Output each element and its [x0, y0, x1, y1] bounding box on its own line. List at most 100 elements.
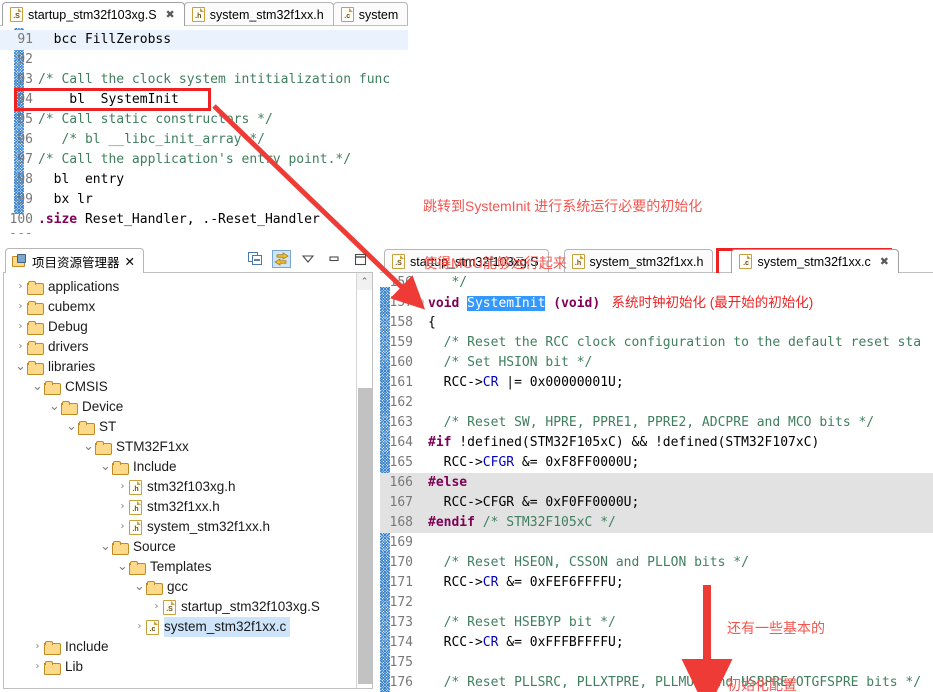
h-file-icon: .h — [129, 499, 142, 515]
line-number: 162 — [389, 395, 413, 410]
folder-icon — [146, 580, 163, 595]
tree-item-stm32f103xg-h[interactable]: › .h stm32f103xg.h — [4, 477, 355, 497]
maximize-icon[interactable] — [350, 250, 369, 268]
tree-item-stm32f1xx-h[interactable]: › .h stm32f1xx.h — [4, 497, 355, 517]
line-number: 96 — [17, 132, 33, 147]
view-menu-icon[interactable] — [298, 250, 317, 268]
code-line: 158 { — [380, 313, 933, 333]
tree-item-gcc[interactable]: ⌄ gcc — [4, 577, 355, 597]
tab-startup-stm32f103xg-s[interactable]: .S startup_stm32f103xg.S ✖ — [2, 2, 185, 26]
code-line: 99 bx lr — [0, 190, 408, 210]
chevron-right-icon[interactable]: › — [31, 657, 44, 677]
chevron-down-icon[interactable]: ⌄ — [116, 560, 129, 573]
chevron-down-icon[interactable]: ⌄ — [14, 360, 27, 373]
chevron-right-icon[interactable]: › — [14, 297, 27, 317]
tree-item-include[interactable]: › Include — [4, 637, 355, 657]
tab-project-explorer[interactable]: 项目资源管理器 ✕ — [5, 248, 144, 273]
folder-icon — [44, 660, 61, 675]
project-tree[interactable]: › applications › cubemx › Debug › drivers ⌄ libra… — [3, 273, 373, 689]
chevron-right-icon[interactable]: › — [14, 277, 27, 297]
tree-item-device[interactable]: ⌄ Device — [4, 397, 355, 417]
line-number: 172 — [389, 595, 413, 610]
directive-keyword: .size — [38, 212, 78, 227]
chevron-down-icon[interactable]: ⌄ — [99, 460, 112, 473]
tree-item-cubemx[interactable]: › cubemx — [4, 297, 355, 317]
tree-item-system-stm32f1xx-c[interactable]: › .c system_stm32f1xx.c — [4, 617, 355, 637]
line-number: 160 — [389, 355, 413, 370]
tree-item-source[interactable]: ⌄ Source — [4, 537, 355, 557]
tree-scrollbar[interactable]: ⌃ — [356, 273, 372, 688]
scroll-up-icon[interactable]: ⌃ — [357, 273, 372, 290]
chevron-right-icon[interactable]: › — [31, 637, 44, 657]
chevron-down-icon[interactable]: ⌄ — [48, 400, 61, 413]
line-number: 159 — [389, 335, 413, 350]
view-toolbar — [246, 250, 369, 268]
chevron-right-icon[interactable]: › — [150, 597, 163, 617]
line-number: 101 — [0, 230, 36, 234]
chevron-down-icon[interactable]: ⌄ — [31, 380, 44, 393]
code-token: RCC-> — [428, 635, 483, 650]
line-number: 176 — [389, 675, 413, 690]
code-line: 160 /* Set HSION bit */ — [380, 353, 933, 373]
tree-item-include[interactable]: ⌄ Include — [4, 457, 355, 477]
close-icon[interactable]: ✕ — [125, 254, 135, 269]
minimize-icon[interactable] — [324, 250, 343, 268]
tree-item-st[interactable]: ⌄ ST — [4, 417, 355, 437]
tab-system-stm32f1xx-h[interactable]: .h system_stm32f1xx.h — [183, 2, 334, 26]
tree-item-label: gcc — [167, 579, 189, 594]
project-explorer-icon — [12, 254, 27, 268]
chevron-down-icon[interactable]: ⌄ — [99, 540, 112, 553]
chevron-right-icon[interactable]: › — [133, 617, 146, 637]
chevron-down-icon[interactable]: ⌄ — [133, 580, 146, 593]
chevron-down-icon[interactable]: ⌄ — [82, 440, 95, 453]
register-field: CR — [482, 375, 499, 390]
line-text: /* Call the application's entry point.*/ — [38, 152, 352, 167]
collapse-all-icon[interactable] — [246, 250, 265, 268]
tree-item-label: system_stm32f1xx.c — [164, 617, 291, 637]
chevron-right-icon[interactable]: › — [116, 477, 129, 497]
top-editor-tabbar: .S startup_stm32f103xg.S ✖ .h system_stm… — [0, 0, 409, 26]
code-line: 159 /* Reset the RCC clock configuration… — [380, 333, 933, 353]
line-text: /* bl __libc_init_array */ — [38, 132, 265, 147]
top-code-editor[interactable]: 91 bcc FillZerobss 92 93 /* Call the clo… — [0, 26, 408, 234]
tree-item-templates[interactable]: ⌄ Templates — [4, 557, 355, 577]
line-text: bl entry — [38, 172, 125, 187]
link-with-editor-icon[interactable] — [272, 250, 291, 268]
line-number: 157 — [389, 295, 413, 310]
chevron-down-icon[interactable]: ⌄ — [65, 420, 78, 433]
code-token: RCC->CFGR &= 0xF0FF0000U; — [428, 495, 640, 510]
tree-item-lib[interactable]: › Lib — [4, 657, 355, 677]
chevron-right-icon[interactable]: › — [116, 517, 129, 537]
tree-item-drivers[interactable]: › drivers — [4, 337, 355, 357]
tree-item-debug[interactable]: › Debug — [4, 317, 355, 337]
line-text: #endif /* STM32F105xC */ — [426, 513, 933, 533]
line-text — [426, 653, 933, 673]
code-line: 168 #endif /* STM32F105xC */ — [380, 513, 933, 533]
tree-item-system-stm32f1xx-h[interactable]: › .h system_stm32f1xx.h — [4, 517, 355, 537]
chevron-right-icon[interactable]: › — [14, 337, 27, 357]
chevron-right-icon[interactable]: › — [116, 497, 129, 517]
tree-item-libraries[interactable]: ⌄ libraries — [4, 357, 355, 377]
line-number: 168 — [389, 515, 413, 530]
bottom-code-editor[interactable]: 156 */157 ⊖ void SystemInit (void) 系统时钟初始化… — [380, 273, 933, 692]
tree-item-applications[interactable]: › applications — [4, 277, 355, 297]
close-icon[interactable]: ✖ — [166, 8, 175, 21]
line-number: 99 — [17, 192, 33, 207]
tree-item-startup-stm32f103xg-s[interactable]: › .S startup_stm32f103xg.S — [4, 597, 355, 617]
close-icon[interactable]: ✖ — [880, 255, 889, 268]
tab-system-partial[interactable]: .c system — [332, 2, 409, 26]
chevron-right-icon[interactable]: › — [14, 317, 27, 337]
line-number: 158 — [389, 315, 413, 330]
tab2-system-stm32f1xx-c[interactable]: .c system_stm32f1xx.c ✖ — [731, 249, 899, 273]
line-number: 165 — [389, 455, 413, 470]
tree-item-cmsis[interactable]: ⌄ CMSIS — [4, 377, 355, 397]
code-token: /* Reset SW, HPRE, PPRE1, PPRE2, ADCPRE … — [428, 415, 875, 430]
folder-icon — [27, 300, 44, 315]
scrollbar-thumb[interactable] — [358, 388, 372, 684]
code-line: 169 — [380, 533, 933, 553]
tree-item-stm32f1xx[interactable]: ⌄ STM32F1xx — [4, 437, 355, 457]
line-text: bx lr — [38, 192, 93, 207]
